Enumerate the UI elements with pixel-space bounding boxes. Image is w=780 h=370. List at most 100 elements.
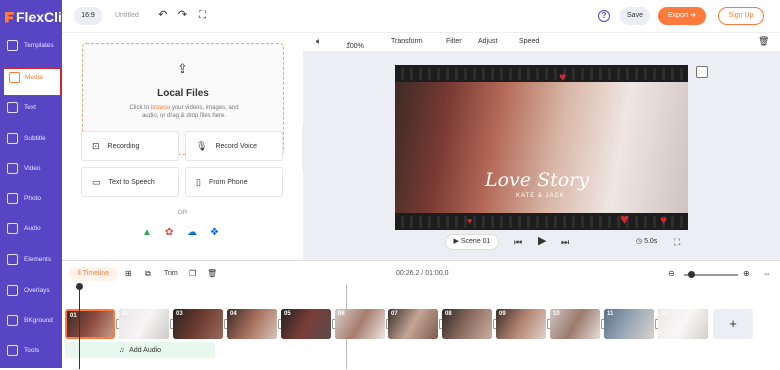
fit-screen-icon[interactable]: ⛶ (674, 237, 680, 247)
sidebar-item-bkground[interactable]: BKground (0, 312, 62, 340)
music-note-icon: ♫ (118, 346, 125, 354)
speed-button[interactable]: Speed (519, 38, 539, 45)
zoom-out-icon[interactable]: ⊖ (668, 269, 675, 278)
phone-icon: ▯ (196, 176, 201, 187)
sidebar-item-label: Video (24, 165, 41, 172)
volume-icon[interactable]: 🔈︎ (316, 36, 321, 47)
fit-timeline-icon[interactable]: ⇔ (763, 269, 771, 278)
time-display: 00:26.2 / 01:00.0 (396, 270, 449, 277)
video-title-text: Love Story (485, 169, 589, 191)
project-title[interactable]: Untitled (115, 12, 139, 19)
flexclip-logo[interactable]: FlexClip (5, 9, 70, 25)
sign-up-button[interactable]: Sign Up (718, 7, 764, 25)
sidebar-item-photo[interactable]: Photo (0, 190, 62, 218)
add-scene-icon[interactable]: ⊞ (125, 269, 132, 278)
onedrive-icon[interactable]: ☁ (187, 227, 197, 238)
undo-icon[interactable]: ↶ (158, 10, 167, 21)
sidebar-item-audio[interactable]: Audio (0, 220, 62, 248)
media-icon (9, 72, 20, 83)
arrow-right-icon: ➜ (690, 12, 697, 19)
trash-icon[interactable]: 🗑︎ (207, 269, 217, 278)
sidebar-item-label: Elements (24, 256, 52, 263)
media-panel: ⇪ Local Files Click to browse your video… (62, 33, 303, 260)
playhead-handle[interactable] (76, 283, 83, 290)
sidebar-item-subtitle[interactable]: Subtitle (0, 130, 62, 158)
zoom-select[interactable]: 100% ⌄ (346, 38, 364, 50)
playback-controls: ▶ Scene 01 ⏮ ▶ ⏭ ◷ 5.0s ⛶ (303, 232, 780, 254)
sidebar-item-video[interactable]: Video (0, 160, 62, 188)
previous-icon[interactable]: ⏮ (514, 237, 522, 247)
video-canvas[interactable]: ♥ ♥ ♥ ♥ Love Story KATE & JACK (395, 65, 688, 230)
upload-hint: Click to browse your videos, images, and… (129, 105, 239, 119)
timeline-icon: ǁ (78, 270, 81, 277)
duration-display[interactable]: ◷ 5.0s (636, 237, 657, 247)
duplicate-icon[interactable] (696, 66, 708, 78)
zoom-in-icon[interactable]: ⊕ (743, 269, 750, 278)
adjust-button[interactable]: Adjust (478, 38, 497, 45)
sidebar-item-tools[interactable]: Tools (0, 342, 62, 370)
timeline-clip[interactable]: 12 (658, 309, 708, 339)
clip-number: 09 (499, 311, 506, 317)
tools-icon (7, 345, 18, 356)
sidebar-item-templates[interactable]: Templates (0, 37, 62, 65)
heart-icon: ♥ (620, 211, 629, 228)
sidebar-item-text[interactable]: Text (0, 99, 62, 127)
timeline-clip[interactable]: 11 (604, 309, 654, 339)
timeline-clip[interactable]: 07 (388, 309, 438, 339)
text-to-speech-button[interactable]: ▭ Text to Speech (81, 167, 179, 197)
timeline-panel: ǁ Timeline ⊞ ⧉ Trim ❐ 🗑︎ 00:26.2 / 01:00… (62, 260, 780, 369)
next-icon[interactable]: ⏭ (561, 237, 569, 247)
timeline-clip[interactable]: 10 (550, 309, 600, 339)
play-icon[interactable]: ▶ (538, 236, 546, 247)
aspect-ratio-button[interactable]: 16:9 (74, 7, 102, 25)
timeline-clip[interactable]: 09 (496, 309, 546, 339)
copy-icon[interactable]: ❐ (189, 269, 196, 278)
timeline-clip[interactable]: 02 (119, 309, 169, 339)
delete-icon[interactable]: 🗑︎ (758, 36, 769, 47)
trim-button[interactable]: Trim (164, 269, 178, 278)
export-button[interactable]: Export ➜ (658, 7, 706, 25)
playhead[interactable] (79, 285, 80, 369)
zoom-slider-handle[interactable] (688, 271, 695, 278)
clip-number: 11 (607, 311, 614, 317)
redo-icon[interactable]: ↷ (178, 10, 187, 21)
add-scene-button[interactable]: + (713, 309, 753, 339)
sidebar-item-overlays[interactable]: Overlays (0, 282, 62, 310)
fullscreen-icon[interactable]: ⛶ (199, 10, 206, 21)
sidebar-item-label: Tools (24, 347, 40, 354)
top-bar: 16:9 Untitled ↶ ↷ ⛶ ? Save Export ➜ Sign… (62, 0, 780, 33)
timeline-clip[interactable]: 05 (281, 309, 331, 339)
sidebar-item-label: Audio (24, 225, 41, 232)
timeline-clip[interactable]: 04 (227, 309, 277, 339)
record-voice-button[interactable]: 🎙︎ Record Voice (185, 131, 283, 161)
timeline-clip[interactable]: 08 (442, 309, 492, 339)
preview-area: ♥ ♥ ♥ ♥ Love Story KATE & JACK (303, 51, 780, 260)
sidebar-item-media[interactable]: Media (3, 68, 61, 96)
timeline-clip[interactable]: 03 (173, 309, 223, 339)
sidebar-item-label: Templates (24, 42, 54, 49)
heart-icon: ♥ (467, 216, 473, 226)
timeline-clip[interactable]: 06 (335, 309, 385, 339)
upload-icon: ⇪ (177, 61, 188, 76)
filter-button[interactable]: Filter (446, 38, 462, 45)
browse-link[interactable]: browse (151, 105, 170, 111)
add-audio-track[interactable]: ♫ Add Audio (65, 342, 215, 358)
timeline-tab[interactable]: ǁ Timeline (69, 267, 118, 281)
save-button[interactable]: Save (620, 7, 650, 25)
scene-selector[interactable]: ▶ Scene 01 (445, 234, 499, 250)
google-photos-icon[interactable]: ✿ (165, 227, 173, 238)
clip-number: 08 (445, 311, 452, 317)
elements-icon (7, 254, 18, 265)
help-icon[interactable]: ? (598, 10, 610, 22)
from-phone-button[interactable]: ▯ From Phone (185, 167, 283, 197)
timeline-clip[interactable]: 01 (65, 309, 115, 339)
dropbox-icon[interactable]: ❖ (210, 227, 219, 238)
split-icon[interactable]: ⧉ (145, 269, 151, 278)
transform-button[interactable]: Transform (391, 38, 423, 45)
clip-number: 04 (230, 311, 237, 317)
video-subtitle-text: KATE & JACK (516, 193, 565, 199)
google-drive-icon[interactable]: ▲ (142, 227, 152, 238)
heart-icon: ♥ (559, 70, 567, 84)
sidebar-item-elements[interactable]: Elements (0, 251, 62, 279)
recording-button[interactable]: ⊡ Recording (81, 131, 179, 161)
